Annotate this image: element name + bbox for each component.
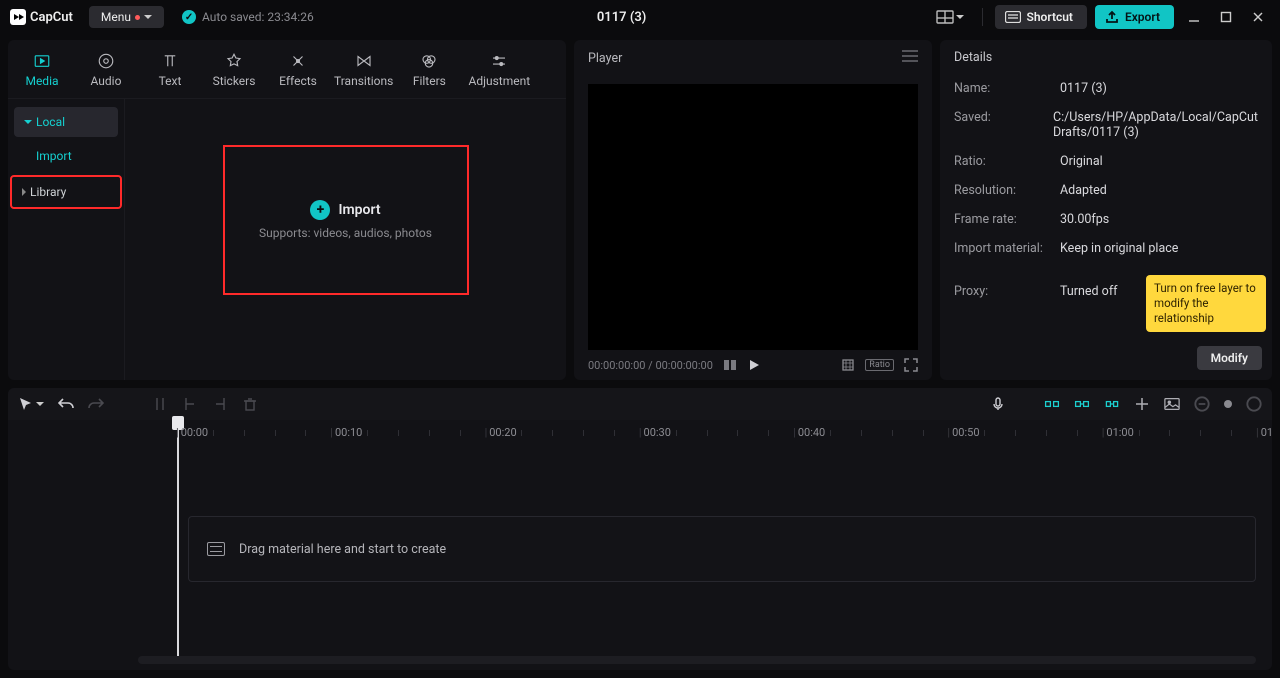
details-panel: Details Name:0117 (3) Saved:C:/Users/HP/… bbox=[940, 40, 1272, 380]
detail-ratio: Original bbox=[1060, 154, 1258, 169]
ruler-tick: 01:10 bbox=[1256, 426, 1272, 439]
logo-icon bbox=[10, 9, 26, 25]
detail-fps: 30.00fps bbox=[1060, 212, 1258, 227]
player-title: Player bbox=[588, 51, 622, 66]
import-hint: Supports: videos, audios, photos bbox=[259, 226, 432, 240]
timeline-ruler[interactable]: 00:00 00:10 00:20 00:30 00:40 00:50 01:00 01:10 bbox=[168, 420, 1272, 446]
tab-stickers[interactable]: Stickers bbox=[204, 46, 264, 98]
autosave-status: Auto saved: 23:34:26 bbox=[182, 10, 314, 24]
scale-icon[interactable] bbox=[841, 358, 855, 372]
tab-transitions[interactable]: Transitions bbox=[332, 46, 395, 98]
modify-button[interactable]: Modify bbox=[1197, 346, 1262, 370]
timeline-drop-hint: Drag material here and start to create bbox=[188, 516, 1256, 582]
caret-down-icon bbox=[24, 120, 32, 124]
delete-button[interactable] bbox=[242, 396, 258, 412]
trim-right-button[interactable] bbox=[212, 396, 228, 412]
preview-axis-button[interactable] bbox=[1134, 396, 1150, 412]
sidebar-item-import[interactable]: Import bbox=[14, 141, 118, 171]
player-timecode: 00:00:00:00 / 00:00:00:00 bbox=[588, 359, 713, 372]
undo-button[interactable] bbox=[58, 396, 74, 412]
main-track-magnet-button[interactable] bbox=[1044, 396, 1060, 412]
plus-icon: + bbox=[310, 200, 330, 220]
minimize-button[interactable] bbox=[1182, 7, 1206, 27]
select-tool[interactable] bbox=[18, 396, 44, 412]
ruler-tick: 00:20 bbox=[485, 426, 517, 439]
chevron-down-icon bbox=[144, 15, 152, 19]
project-title: 0117 (3) bbox=[314, 10, 930, 25]
ruler-tick: 00:50 bbox=[947, 426, 979, 439]
import-dropzone[interactable]: + Import Supports: videos, audios, photo… bbox=[223, 145, 469, 295]
timeline-tracks[interactable]: Drag material here and start to create bbox=[8, 446, 1272, 656]
ruler-tick: 00:00 bbox=[176, 426, 208, 439]
trim-left-button[interactable] bbox=[182, 396, 198, 412]
tab-adjustment[interactable]: Adjustment bbox=[463, 46, 535, 98]
detail-saved: C:/Users/HP/AppData/Local/CapCut Drafts/… bbox=[1053, 110, 1258, 140]
layout-button[interactable] bbox=[930, 6, 970, 28]
export-button[interactable]: Export bbox=[1095, 5, 1174, 29]
player-viewport[interactable] bbox=[588, 84, 918, 350]
menu-button[interactable]: Menu bbox=[89, 6, 164, 28]
timeline-panel: 00:00 00:10 00:20 00:30 00:40 00:50 01:00 01:10… bbox=[8, 388, 1272, 670]
zoom-slider[interactable] bbox=[1224, 400, 1232, 408]
ruler-tick: 00:30 bbox=[639, 426, 671, 439]
sidebar-item-library[interactable]: Library bbox=[10, 175, 122, 209]
linkage-button[interactable] bbox=[1104, 396, 1120, 412]
auto-snap-button[interactable] bbox=[1074, 396, 1090, 412]
app-name: CapCut bbox=[30, 10, 73, 25]
ruler-tick: 01:00 bbox=[1102, 426, 1134, 439]
menu-notification-dot bbox=[135, 15, 140, 20]
fullscreen-icon[interactable] bbox=[904, 358, 918, 372]
detail-resolution: Adapted bbox=[1060, 183, 1258, 198]
play-icon[interactable] bbox=[747, 358, 761, 372]
close-button[interactable] bbox=[1246, 7, 1270, 27]
tab-media[interactable]: Media bbox=[12, 46, 72, 98]
player-menu-icon[interactable] bbox=[902, 50, 918, 66]
tab-audio[interactable]: Audio bbox=[76, 46, 136, 98]
zoom-in-button[interactable] bbox=[1246, 396, 1262, 412]
chevron-down-icon bbox=[36, 402, 44, 406]
details-title: Details bbox=[940, 40, 1272, 75]
caret-right-icon bbox=[22, 188, 26, 196]
ruler-tick: 00:40 bbox=[793, 426, 825, 439]
sidebar-item-local[interactable]: Local bbox=[14, 107, 118, 137]
split-button[interactable] bbox=[152, 396, 168, 412]
detail-material: Keep in original place bbox=[1060, 241, 1258, 256]
compare-icon[interactable] bbox=[723, 358, 737, 372]
ratio-button[interactable]: Ratio bbox=[865, 359, 894, 371]
media-panel: Media Audio Text Stickers Effects Transi… bbox=[8, 40, 566, 380]
tab-text[interactable]: Text bbox=[140, 46, 200, 98]
chevron-down-icon bbox=[956, 15, 964, 19]
redo-button[interactable] bbox=[88, 396, 104, 412]
zoom-out-button[interactable] bbox=[1194, 396, 1210, 412]
detail-name: 0117 (3) bbox=[1060, 81, 1258, 96]
free-layer-tooltip: Turn on free layer to modify the relatio… bbox=[1146, 275, 1266, 332]
shortcut-button[interactable]: Shortcut bbox=[995, 5, 1087, 29]
record-audio-button[interactable] bbox=[990, 396, 1006, 412]
check-icon bbox=[182, 10, 196, 24]
player-panel: Player 00:00:00:00 / 00:00:00:00 Ratio bbox=[574, 40, 932, 380]
timeline-scrollbar[interactable] bbox=[138, 656, 1256, 664]
maximize-button[interactable] bbox=[1214, 7, 1238, 27]
tab-filters[interactable]: Filters bbox=[399, 46, 459, 98]
app-logo: CapCut bbox=[10, 9, 73, 25]
import-label: Import bbox=[338, 202, 380, 218]
title-bar: CapCut Menu Auto saved: 23:34:26 0117 (3… bbox=[0, 0, 1280, 34]
cover-button[interactable] bbox=[1164, 396, 1180, 412]
clip-icon bbox=[207, 542, 225, 556]
tab-effects[interactable]: Effects bbox=[268, 46, 328, 98]
ruler-tick: 00:10 bbox=[330, 426, 362, 439]
